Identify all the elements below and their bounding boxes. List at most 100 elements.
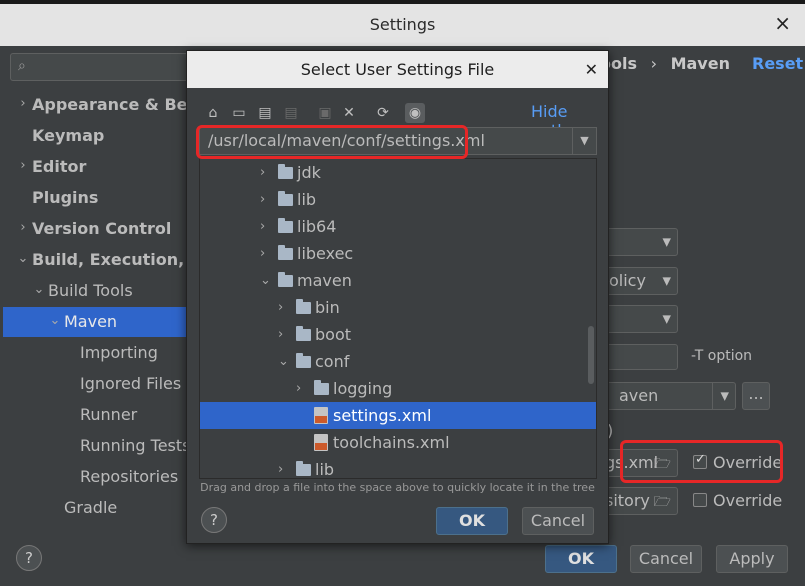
file-tree-label: boot [315, 325, 352, 344]
chevron-down-icon: ▼ [662, 312, 671, 326]
home-icon[interactable]: ⌂ [203, 103, 223, 123]
file-tree-row[interactable]: toolchains.xml [200, 429, 596, 456]
sidebar-item-label: Importing [80, 343, 158, 362]
chevron-right-icon[interactable]: › [260, 240, 265, 267]
new-folder-icon[interactable]: ▣ [315, 103, 335, 123]
chevron-down-icon[interactable]: ⌄ [260, 267, 271, 294]
reset-link[interactable]: Reset [752, 54, 803, 73]
file-tree-row[interactable]: › libexec [200, 240, 596, 267]
file-tree-label: lib [297, 190, 317, 209]
window-close-icon[interactable]: × [774, 13, 791, 33]
file-tree-scrollbar[interactable] [588, 326, 594, 384]
folder-icon [296, 461, 311, 476]
override-repository-checkbox[interactable] [693, 493, 707, 507]
refresh-icon[interactable]: ⟳ [373, 103, 393, 123]
file-tree-label: jdk [297, 163, 321, 182]
chevron-down-icon[interactable]: ⌄ [16, 251, 30, 266]
file-tree-label: toolchains.xml [333, 433, 450, 452]
help-button[interactable]: ? [16, 545, 42, 571]
local-repository-input[interactable]: sitory 🗁 [600, 487, 678, 515]
file-tree-row[interactable]: ⌄ conf [200, 348, 596, 375]
chevron-right-icon[interactable]: › [278, 321, 283, 348]
chevron-down-icon[interactable]: ⌄ [48, 313, 62, 328]
chevron-right-icon[interactable]: › [260, 186, 265, 213]
highlight-override-box [620, 440, 783, 483]
chevron-down-icon[interactable]: ▼ [572, 128, 596, 154]
cancel-button[interactable]: Cancel [630, 545, 702, 573]
file-tree-row[interactable]: › lib64 [200, 213, 596, 240]
folder-icon [278, 245, 293, 260]
highlight-path-box [196, 125, 468, 159]
dialog-close-icon[interactable]: ✕ [585, 51, 598, 88]
chevron-right-icon[interactable]: › [16, 96, 30, 111]
desktop-icon[interactable]: ▭ [229, 103, 249, 123]
sidebar-item-label: Repositories [80, 467, 179, 486]
file-tree-label: bin [315, 298, 340, 317]
sidebar-item-label: Keymap [32, 126, 105, 145]
folder-icon [278, 272, 293, 287]
override-repository-label: Override [713, 491, 783, 510]
dialog-cancel-button[interactable]: Cancel [522, 507, 594, 535]
checksum-policy-dropdown[interactable]: olicy ▼ [600, 267, 678, 295]
folder-open-icon[interactable]: 🗁 [654, 491, 671, 515]
setting-dropdown-1[interactable]: ▼ [600, 228, 678, 256]
chevron-down-icon: ▼ [720, 389, 729, 403]
chevron-down-icon[interactable]: ⌄ [278, 348, 289, 375]
ok-button[interactable]: OK [545, 545, 617, 573]
chevron-down-icon[interactable]: ⌄ [32, 282, 46, 297]
t-option-label: -T option [691, 348, 753, 364]
chevron-right-icon[interactable]: › [296, 375, 301, 402]
maven-home-browse-button[interactable]: ... [742, 382, 770, 410]
chevron-right-icon[interactable]: › [278, 456, 283, 478]
chevron-down-icon: ▼ [662, 235, 671, 249]
show-hidden-icon[interactable]: ◉ [405, 103, 425, 123]
threads-input[interactable] [600, 344, 678, 370]
apply-button[interactable]: Apply [716, 545, 788, 573]
file-tree-label: logging [333, 379, 393, 398]
file-tree-row[interactable]: › lib [200, 186, 596, 213]
delete-icon[interactable]: ✕ [339, 103, 359, 123]
dialog-help-button[interactable]: ? [201, 507, 227, 533]
xml-file-icon [314, 407, 328, 424]
sidebar-item-label: Plugins [32, 188, 99, 207]
module-folder-icon[interactable]: ▤ [281, 103, 301, 123]
chevron-right-icon[interactable]: › [260, 159, 265, 186]
chevron-right-icon[interactable]: › [16, 220, 30, 235]
drag-drop-hint: Drag and drop a file into the space abov… [200, 481, 595, 494]
sidebar-item-label: Ignored Files [80, 374, 182, 393]
chevron-right-icon[interactable]: › [260, 213, 265, 240]
checksum-policy-value: olicy [609, 271, 646, 290]
folder-icon [278, 218, 293, 233]
window-title: Settings [369, 15, 436, 34]
file-tree-label: settings.xml [333, 406, 432, 425]
chevron-right-icon[interactable]: › [16, 158, 30, 173]
sidebar-item-label: Runner [80, 405, 138, 424]
file-tree-label: lib [315, 460, 335, 479]
file-tree-row[interactable]: › boot [200, 321, 596, 348]
file-tree-label: maven [297, 271, 352, 290]
folder-icon [296, 299, 311, 314]
file-tree-row[interactable]: › bin [200, 294, 596, 321]
file-tree-row[interactable]: › jdk [200, 159, 596, 186]
file-tree-label: conf [315, 352, 350, 371]
breadcrumb-maven: Maven [670, 54, 730, 73]
file-tree-row[interactable]: › lib [200, 456, 596, 479]
dialog-ok-button[interactable]: OK [436, 507, 508, 535]
folder-icon [296, 326, 311, 341]
search-icon: ⌕ [18, 58, 26, 74]
file-tree[interactable]: › jdk › lib › lib64 › libexec ⌄ maven › bin › boot ⌄ co… [199, 158, 597, 479]
setting-dropdown-3[interactable]: ▼ [600, 305, 678, 333]
folder-icon [296, 353, 311, 368]
sidebar-item-label: Build Tools [48, 281, 133, 300]
dialog-title: Select User Settings File [187, 51, 608, 88]
sidebar-item-label: Version Control [32, 219, 172, 238]
chevron-right-icon[interactable]: › [278, 294, 283, 321]
chevron-down-icon: ▼ [662, 274, 671, 288]
project-folder-icon[interactable]: ▤ [255, 103, 275, 123]
file-tree-row[interactable]: settings.xml [200, 402, 596, 429]
file-tree-row[interactable]: ⌄ maven [200, 267, 596, 294]
file-tree-row[interactable]: › logging [200, 375, 596, 402]
maven-home-value: aven [619, 386, 659, 405]
maven-home-dropdown[interactable]: aven ▼ [600, 382, 736, 410]
file-tree-label: libexec [297, 244, 354, 263]
